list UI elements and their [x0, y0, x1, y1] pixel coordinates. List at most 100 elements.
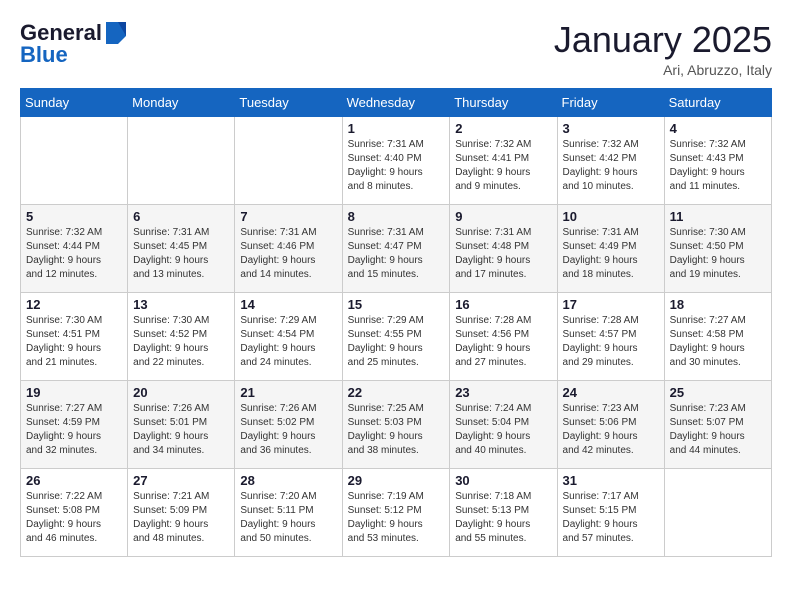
weekday-header-monday: Monday: [128, 88, 235, 116]
day-number: 15: [348, 297, 445, 312]
day-number: 10: [563, 209, 659, 224]
logo: General Blue: [20, 20, 126, 68]
day-info: Sunrise: 7:30 AM Sunset: 4:50 PM Dayligh…: [670, 226, 766, 282]
day-number: 1: [348, 121, 445, 136]
calendar-day-cell: 23Sunrise: 7:24 AM Sunset: 5:04 PM Dayli…: [450, 380, 557, 468]
day-info: Sunrise: 7:28 AM Sunset: 4:56 PM Dayligh…: [455, 314, 551, 370]
day-info: Sunrise: 7:29 AM Sunset: 4:54 PM Dayligh…: [240, 314, 336, 370]
day-number: 8: [348, 209, 445, 224]
day-info: Sunrise: 7:17 AM Sunset: 5:15 PM Dayligh…: [563, 490, 659, 546]
calendar-day-cell: 27 Sunrise: 7:21 AM Sunset: 5:09 PM Dayli…: [128, 468, 235, 556]
calendar-day-cell: 2 Sunrise: 7:32 AM Sunset: 4:41 PM Daylig…: [450, 116, 557, 204]
day-info: Sunrise: 7:24 AM Sunset: 5:04 PM Dayligh…: [455, 402, 551, 458]
calendar-day-cell: 19 Sunrise: 7:27 AM Sunset: 4:59 PM Dayli…: [21, 380, 128, 468]
day-info: Sunrise: 7:25 AM Sunset: 5:03 PM Dayligh…: [348, 402, 445, 458]
day-number: 11: [670, 209, 766, 224]
calendar-day-cell: 28 Sunrise: 7:20 AM Sunset: 5:11 PM Dayli…: [235, 468, 342, 556]
calendar-day-cell: 30 Sunrise: 7:18 AM Sunset: 5:13 PM Dayli…: [450, 468, 557, 556]
calendar-table: SundayMondayTuesdayWednesdayThursdayFrid…: [20, 88, 772, 557]
day-number: 20: [133, 385, 229, 400]
calendar-day-cell: 3 Sunrise: 7:32 AM Sunset: 4:42 PM Daylig…: [557, 116, 664, 204]
calendar-empty-cell: [128, 116, 235, 204]
page-header: General Blue January 2025 Ari, Abruzzo, …: [20, 20, 772, 78]
calendar-day-cell: 13 Sunrise: 7:30 AM Sunset: 4:52 PM Dayli…: [128, 292, 235, 380]
day-number: 7: [240, 209, 336, 224]
day-info: Sunrise: 7:31 AM Sunset: 4:49 PM Dayligh…: [563, 226, 659, 282]
day-info: Sunrise: 7:27 AM Sunset: 4:59 PM Dayligh…: [26, 402, 122, 458]
calendar-week-row: 12 Sunrise: 7:30 AM Sunset: 4:51 PM Dayli…: [21, 292, 772, 380]
day-info: Sunrise: 7:32 AM Sunset: 4:42 PM Dayligh…: [563, 138, 659, 194]
day-number: 2: [455, 121, 551, 136]
day-info: Sunrise: 7:22 AM Sunset: 5:08 PM Dayligh…: [26, 490, 122, 546]
calendar-day-cell: 26 Sunrise: 7:22 AM Sunset: 5:08 PM Dayli…: [21, 468, 128, 556]
day-number: 22: [348, 385, 445, 400]
day-number: 26: [26, 473, 122, 488]
day-number: 21: [240, 385, 336, 400]
day-number: 5: [26, 209, 122, 224]
month-title: January 2025: [554, 20, 772, 60]
calendar-day-cell: 16 Sunrise: 7:28 AM Sunset: 4:56 PM Dayli…: [450, 292, 557, 380]
day-number: 19: [26, 385, 122, 400]
calendar-week-row: 1 Sunrise: 7:31 AM Sunset: 4:40 PM Daylig…: [21, 116, 772, 204]
weekday-header-friday: Friday: [557, 88, 664, 116]
calendar-day-cell: 5 Sunrise: 7:32 AM Sunset: 4:44 PM Daylig…: [21, 204, 128, 292]
day-info: Sunrise: 7:29 AM Sunset: 4:55 PM Dayligh…: [348, 314, 445, 370]
calendar-empty-cell: [235, 116, 342, 204]
day-info: Sunrise: 7:18 AM Sunset: 5:13 PM Dayligh…: [455, 490, 551, 546]
weekday-header-row: SundayMondayTuesdayWednesdayThursdayFrid…: [21, 88, 772, 116]
day-number: 14: [240, 297, 336, 312]
calendar-day-cell: 20 Sunrise: 7:26 AM Sunset: 5:01 PM Dayli…: [128, 380, 235, 468]
day-number: 30: [455, 473, 551, 488]
day-info: Sunrise: 7:30 AM Sunset: 4:51 PM Dayligh…: [26, 314, 122, 370]
day-info: Sunrise: 7:30 AM Sunset: 4:52 PM Dayligh…: [133, 314, 229, 370]
day-info: Sunrise: 7:27 AM Sunset: 4:58 PM Dayligh…: [670, 314, 766, 370]
day-number: 12: [26, 297, 122, 312]
calendar-day-cell: 7 Sunrise: 7:31 AM Sunset: 4:46 PM Daylig…: [235, 204, 342, 292]
day-number: 29: [348, 473, 445, 488]
day-number: 13: [133, 297, 229, 312]
calendar-empty-cell: [21, 116, 128, 204]
day-info: Sunrise: 7:32 AM Sunset: 4:41 PM Dayligh…: [455, 138, 551, 194]
day-info: Sunrise: 7:31 AM Sunset: 4:40 PM Dayligh…: [348, 138, 445, 194]
day-number: 31: [563, 473, 659, 488]
day-number: 9: [455, 209, 551, 224]
calendar-day-cell: 6 Sunrise: 7:31 AM Sunset: 4:45 PM Daylig…: [128, 204, 235, 292]
day-number: 16: [455, 297, 551, 312]
logo-blue: Blue: [20, 42, 68, 68]
weekday-header-tuesday: Tuesday: [235, 88, 342, 116]
day-info: Sunrise: 7:28 AM Sunset: 4:57 PM Dayligh…: [563, 314, 659, 370]
day-info: Sunrise: 7:19 AM Sunset: 5:12 PM Dayligh…: [348, 490, 445, 546]
day-number: 24: [563, 385, 659, 400]
day-info: Sunrise: 7:23 AM Sunset: 5:06 PM Dayligh…: [563, 402, 659, 458]
weekday-header-sunday: Sunday: [21, 88, 128, 116]
day-info: Sunrise: 7:31 AM Sunset: 4:46 PM Dayligh…: [240, 226, 336, 282]
calendar-week-row: 26 Sunrise: 7:22 AM Sunset: 5:08 PM Dayli…: [21, 468, 772, 556]
day-number: 28: [240, 473, 336, 488]
calendar-day-cell: 14 Sunrise: 7:29 AM Sunset: 4:54 PM Dayli…: [235, 292, 342, 380]
weekday-header-saturday: Saturday: [664, 88, 771, 116]
calendar-week-row: 5 Sunrise: 7:32 AM Sunset: 4:44 PM Daylig…: [21, 204, 772, 292]
calendar-week-row: 19 Sunrise: 7:27 AM Sunset: 4:59 PM Dayli…: [21, 380, 772, 468]
calendar-day-cell: 21Sunrise: 7:26 AM Sunset: 5:02 PM Dayli…: [235, 380, 342, 468]
calendar-day-cell: 12 Sunrise: 7:30 AM Sunset: 4:51 PM Dayli…: [21, 292, 128, 380]
day-info: Sunrise: 7:31 AM Sunset: 4:45 PM Dayligh…: [133, 226, 229, 282]
calendar-day-cell: 9Sunrise: 7:31 AM Sunset: 4:48 PM Daylig…: [450, 204, 557, 292]
calendar-day-cell: 1 Sunrise: 7:31 AM Sunset: 4:40 PM Daylig…: [342, 116, 450, 204]
calendar-day-cell: 25Sunrise: 7:23 AM Sunset: 5:07 PM Dayli…: [664, 380, 771, 468]
weekday-header-thursday: Thursday: [450, 88, 557, 116]
day-info: Sunrise: 7:20 AM Sunset: 5:11 PM Dayligh…: [240, 490, 336, 546]
calendar-day-cell: 29 Sunrise: 7:19 AM Sunset: 5:12 PM Dayli…: [342, 468, 450, 556]
day-number: 6: [133, 209, 229, 224]
day-number: 4: [670, 121, 766, 136]
logo-icon: [104, 22, 126, 44]
day-number: 17: [563, 297, 659, 312]
day-number: 27: [133, 473, 229, 488]
calendar-day-cell: 31 Sunrise: 7:17 AM Sunset: 5:15 PM Dayli…: [557, 468, 664, 556]
calendar-day-cell: 4Sunrise: 7:32 AM Sunset: 4:43 PM Daylig…: [664, 116, 771, 204]
day-info: Sunrise: 7:21 AM Sunset: 5:09 PM Dayligh…: [133, 490, 229, 546]
calendar-day-cell: 22 Sunrise: 7:25 AM Sunset: 5:03 PM Dayli…: [342, 380, 450, 468]
day-number: 18: [670, 297, 766, 312]
day-number: 3: [563, 121, 659, 136]
day-info: Sunrise: 7:26 AM Sunset: 5:01 PM Dayligh…: [133, 402, 229, 458]
day-info: Sunrise: 7:32 AM Sunset: 4:44 PM Dayligh…: [26, 226, 122, 282]
